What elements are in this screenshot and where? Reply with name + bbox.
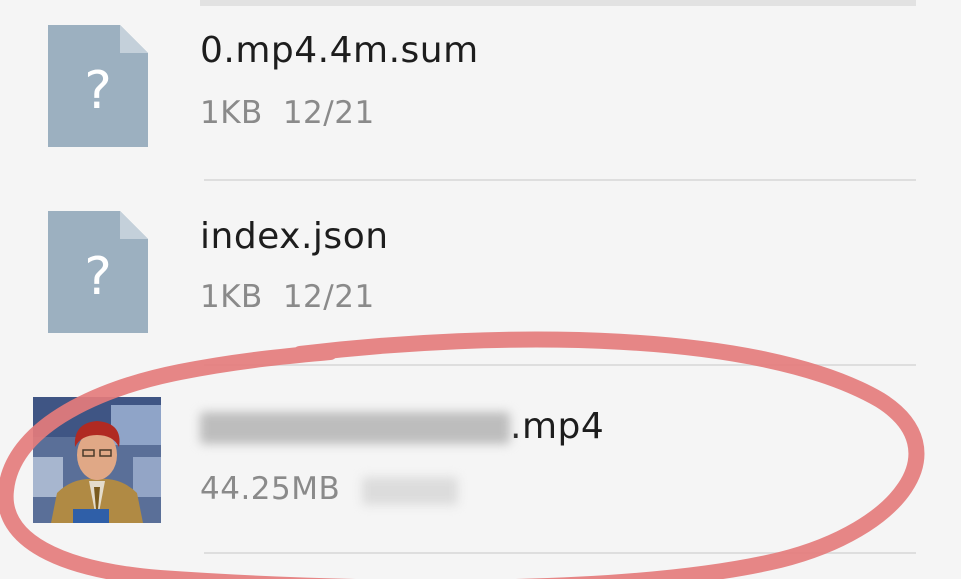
divider bbox=[204, 179, 916, 181]
file-size: 44.25MB bbox=[200, 471, 341, 507]
file-size: 1KB bbox=[200, 95, 263, 131]
unknown-file-icon: ? bbox=[48, 211, 148, 333]
file-name: .mp4 bbox=[200, 406, 604, 447]
file-meta: 44.25MB bbox=[200, 471, 459, 507]
file-date: 12/21 bbox=[282, 95, 375, 131]
svg-text:?: ? bbox=[84, 247, 112, 307]
file-meta: 1KB 12/21 bbox=[200, 95, 375, 131]
redacted-text bbox=[362, 476, 459, 505]
unknown-file-icon: ? bbox=[48, 25, 148, 147]
svg-text:?: ? bbox=[84, 61, 112, 121]
file-name-suffix: .mp4 bbox=[510, 406, 605, 447]
list-item[interactable]: ? 0.mp4.4m.sum 1KB 12/21 bbox=[0, 0, 961, 180]
divider bbox=[204, 364, 916, 366]
divider bbox=[204, 552, 916, 554]
file-name: 0.mp4.4m.sum bbox=[200, 30, 479, 71]
redacted-text bbox=[200, 412, 510, 444]
file-name: index.json bbox=[200, 216, 389, 257]
video-thumbnail bbox=[33, 397, 161, 523]
file-date: 12/21 bbox=[282, 279, 375, 315]
list-item[interactable]: ? index.json 1KB 12/21 bbox=[0, 186, 961, 366]
file-list-screen: ? 0.mp4.4m.sum 1KB 12/21 ? index.json 1KB… bbox=[0, 0, 961, 579]
file-meta: 1KB 12/21 bbox=[200, 279, 375, 315]
file-size: 1KB bbox=[200, 279, 263, 315]
list-item[interactable]: .mp4 44.25MB bbox=[0, 376, 961, 556]
